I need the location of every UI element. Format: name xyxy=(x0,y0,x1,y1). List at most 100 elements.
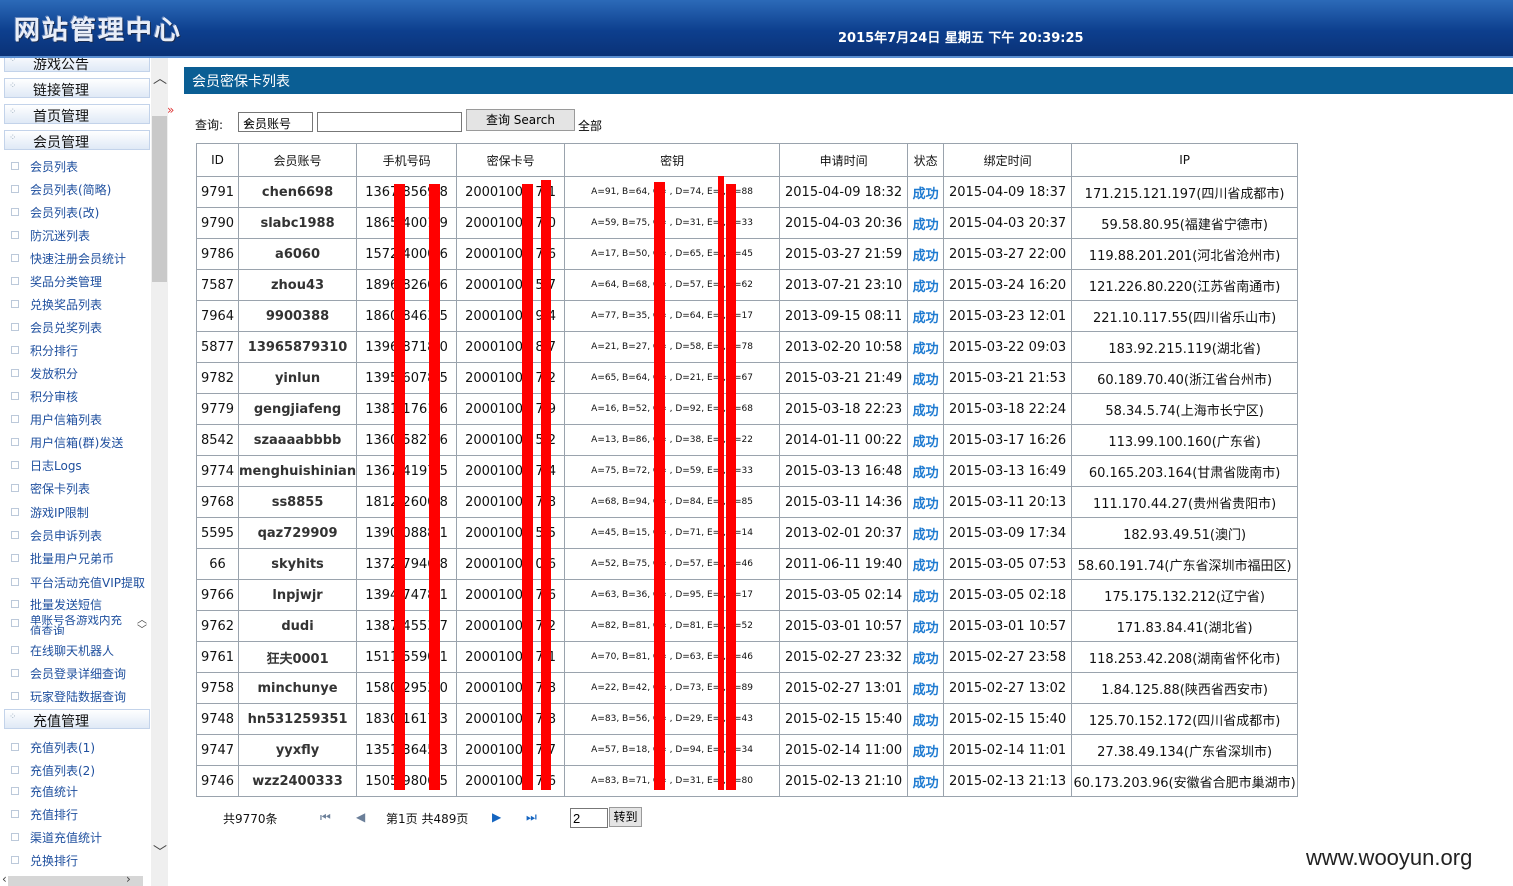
cell-bind-time: 2015-04-09 18:37 xyxy=(943,176,1073,208)
cell-key: A=82, B=81, C= , D=81, E= , F=52 xyxy=(564,610,781,642)
cell-status[interactable]: 成功 xyxy=(907,672,945,704)
redaction-bar xyxy=(429,184,440,790)
cell-status[interactable]: 成功 xyxy=(907,641,945,673)
column-header-apply-time: 申请时间 xyxy=(779,143,909,177)
cell-status[interactable]: 成功 xyxy=(907,703,945,735)
sidebar-item[interactable]: 兑换排行 xyxy=(0,852,151,872)
sidebar-item[interactable]: 游戏IP限制 xyxy=(0,504,151,524)
sidebar-item-label: 兑换奖品列表 xyxy=(30,298,103,312)
cell-status[interactable]: 成功 xyxy=(907,362,945,394)
sidebar-section[interactable]: ⁘ 充值管理 xyxy=(4,709,150,730)
redaction-bar xyxy=(394,184,405,790)
sidebar-item-label: 游戏IP限制 xyxy=(30,506,89,520)
cell-status[interactable]: 成功 xyxy=(907,207,945,239)
sidebar-item[interactable]: 会员列表(改) xyxy=(0,204,151,224)
cell-key: A=65, B=64, C= , D=21, E= , F=67 xyxy=(564,362,781,394)
first-page-icon[interactable]: ⏮ xyxy=(320,810,331,825)
sidebar-item[interactable]: 玩家登陆数据查询 xyxy=(0,688,151,708)
sidebar-item[interactable]: 积分排行 xyxy=(0,342,151,362)
cell-account: wzz2400333 xyxy=(237,765,358,797)
sidebar-scrollbar[interactable]: ︿ ﹀ xyxy=(151,58,168,886)
sidebar-item[interactable]: 会员申诉列表 xyxy=(0,527,151,547)
sidebar-item[interactable]: 平台活动充值VIP提取 xyxy=(0,574,151,594)
cell-status[interactable]: 成功 xyxy=(907,579,945,611)
sidebar-item[interactable]: 在线聊天机器人 xyxy=(0,642,151,662)
sidebar-item[interactable]: 会员列表 xyxy=(0,158,151,178)
sidebar-item[interactable]: 批量发送短信 xyxy=(0,596,151,616)
show-all-link[interactable]: 全部 xyxy=(578,117,602,134)
cell-status[interactable]: 成功 xyxy=(907,331,945,363)
cell-status[interactable]: 成功 xyxy=(907,548,945,580)
sidebar-item[interactable]: 积分审核 xyxy=(0,388,151,408)
page-title-bar: 会员密保卡列表 xyxy=(184,67,1513,94)
sidebar-item[interactable]: 用户信箱(群)发送 xyxy=(0,434,151,454)
prev-page-icon[interactable]: ◀ xyxy=(356,810,365,824)
sidebar-item[interactable]: 发放积分 xyxy=(0,365,151,385)
cell-status[interactable]: 成功 xyxy=(907,734,945,766)
cell-ip: 58.60.191.74(广东省深圳市福田区) xyxy=(1071,548,1299,580)
sidebar-item[interactable]: 渠道充值统计 xyxy=(0,829,151,849)
cell-status[interactable]: 成功 xyxy=(907,238,945,270)
cell-status[interactable]: 成功 xyxy=(907,424,945,456)
sidebar-item[interactable]: 兑换奖品列表 xyxy=(0,296,151,316)
cell-account: gengjiafeng xyxy=(237,393,358,425)
cell-apply-time: 2015-02-14 11:00 xyxy=(779,734,909,766)
collapse-sidebar-icon[interactable]: » xyxy=(167,103,174,117)
sidebar-item-label: 日志Logs xyxy=(30,459,82,473)
cell-status[interactable]: 成功 xyxy=(907,455,945,487)
cell-phone: 1830 1617 3 xyxy=(356,703,458,735)
cell-status[interactable]: 成功 xyxy=(907,610,945,642)
cell-status[interactable]: 成功 xyxy=(907,300,945,332)
sidebar-section[interactable]: ⁘ 首页管理 xyxy=(4,104,150,125)
sidebar-item[interactable]: 充值排行 xyxy=(0,806,151,826)
sidebar-item[interactable]: 日志Logs xyxy=(0,457,151,477)
cell-status[interactable]: 成功 xyxy=(907,176,945,208)
sidebar-section[interactable]: ⁘ 链接管理 xyxy=(4,78,150,99)
sidebar-item[interactable]: 会员兑奖列表 xyxy=(0,319,151,339)
sidebar-item[interactable]: 批量用户兄弟币 xyxy=(0,550,151,570)
sidebar-item[interactable]: 快速注册会员统计 xyxy=(0,250,151,270)
horizontal-scrollbar[interactable]: ‹ › xyxy=(2,872,143,886)
sidebar-item[interactable]: 用户信箱列表 xyxy=(0,411,151,431)
search-button[interactable]: 查询 Search xyxy=(466,109,575,131)
cell-status[interactable]: 成功 xyxy=(907,269,945,301)
scroll-down-icon[interactable]: ﹀ xyxy=(153,842,167,862)
sidebar-item-label: 单账号各游戏内充值查询 xyxy=(30,615,122,635)
scroll-thumb[interactable] xyxy=(152,116,167,282)
sidebar-item[interactable]: 单账号各游戏内充值查询 xyxy=(0,615,151,635)
cell-status[interactable]: 成功 xyxy=(907,765,945,797)
cell-id: 9790 xyxy=(196,207,239,239)
sidebar-item[interactable]: 充值列表(1) xyxy=(0,739,151,759)
scroll-right-icon[interactable]: › xyxy=(126,872,131,886)
cell-status[interactable]: 成功 xyxy=(907,517,945,549)
sidebar-item-label: 平台活动充值VIP提取 xyxy=(30,576,145,590)
cell-id: 7964 xyxy=(196,300,239,332)
table-row: 9768 ss8855 1812 2600 8 20001001 7 8 A=68, B… xyxy=(196,486,1299,518)
search-field-select[interactable]: 会员账号 ⌄ xyxy=(238,112,313,132)
cell-account: ss8855 xyxy=(237,486,358,518)
sidebar-item[interactable]: 奖品分类管理 xyxy=(0,273,151,293)
column-header-bind-time: 绑定时间 xyxy=(943,143,1073,177)
cell-id: 9786 xyxy=(196,238,239,270)
last-page-icon[interactable]: ⏭ xyxy=(526,810,537,825)
table-row: 9790 slabc1988 1865 4001 9 20001001 7 0 A=59… xyxy=(196,207,1299,239)
goto-page-button[interactable]: 转到 xyxy=(609,807,642,827)
sidebar-section[interactable]: ⁘ 会员管理 xyxy=(4,130,150,151)
sidebar-section[interactable]: ⁘ 游戏公告 xyxy=(4,58,150,73)
sidebar-item[interactable]: 会员登录详细查询 xyxy=(0,665,151,685)
sidebar-item[interactable]: 防沉迷列表 xyxy=(0,227,151,247)
cell-ip: 113.99.100.160(广东省) xyxy=(1071,424,1299,456)
watermark: www.wooyun.org xyxy=(1306,845,1473,870)
next-page-icon[interactable]: ▶ xyxy=(492,810,501,824)
scroll-up-icon[interactable]: ︿ xyxy=(153,68,167,88)
expand-arrows-icon[interactable]: ︿ ﹀ xyxy=(137,616,147,636)
cell-status[interactable]: 成功 xyxy=(907,486,945,518)
search-input[interactable] xyxy=(317,112,462,132)
goto-page-input[interactable] xyxy=(570,808,608,828)
sidebar-item[interactable]: 会员列表(简略) xyxy=(0,181,151,201)
sidebar-item[interactable]: 充值统计 xyxy=(0,783,151,803)
sidebar-item[interactable]: 密保卡列表 xyxy=(0,480,151,500)
scroll-left-icon[interactable]: ‹ xyxy=(2,872,7,886)
cell-status[interactable]: 成功 xyxy=(907,393,945,425)
sidebar-item[interactable]: 充值列表(2) xyxy=(0,762,151,782)
